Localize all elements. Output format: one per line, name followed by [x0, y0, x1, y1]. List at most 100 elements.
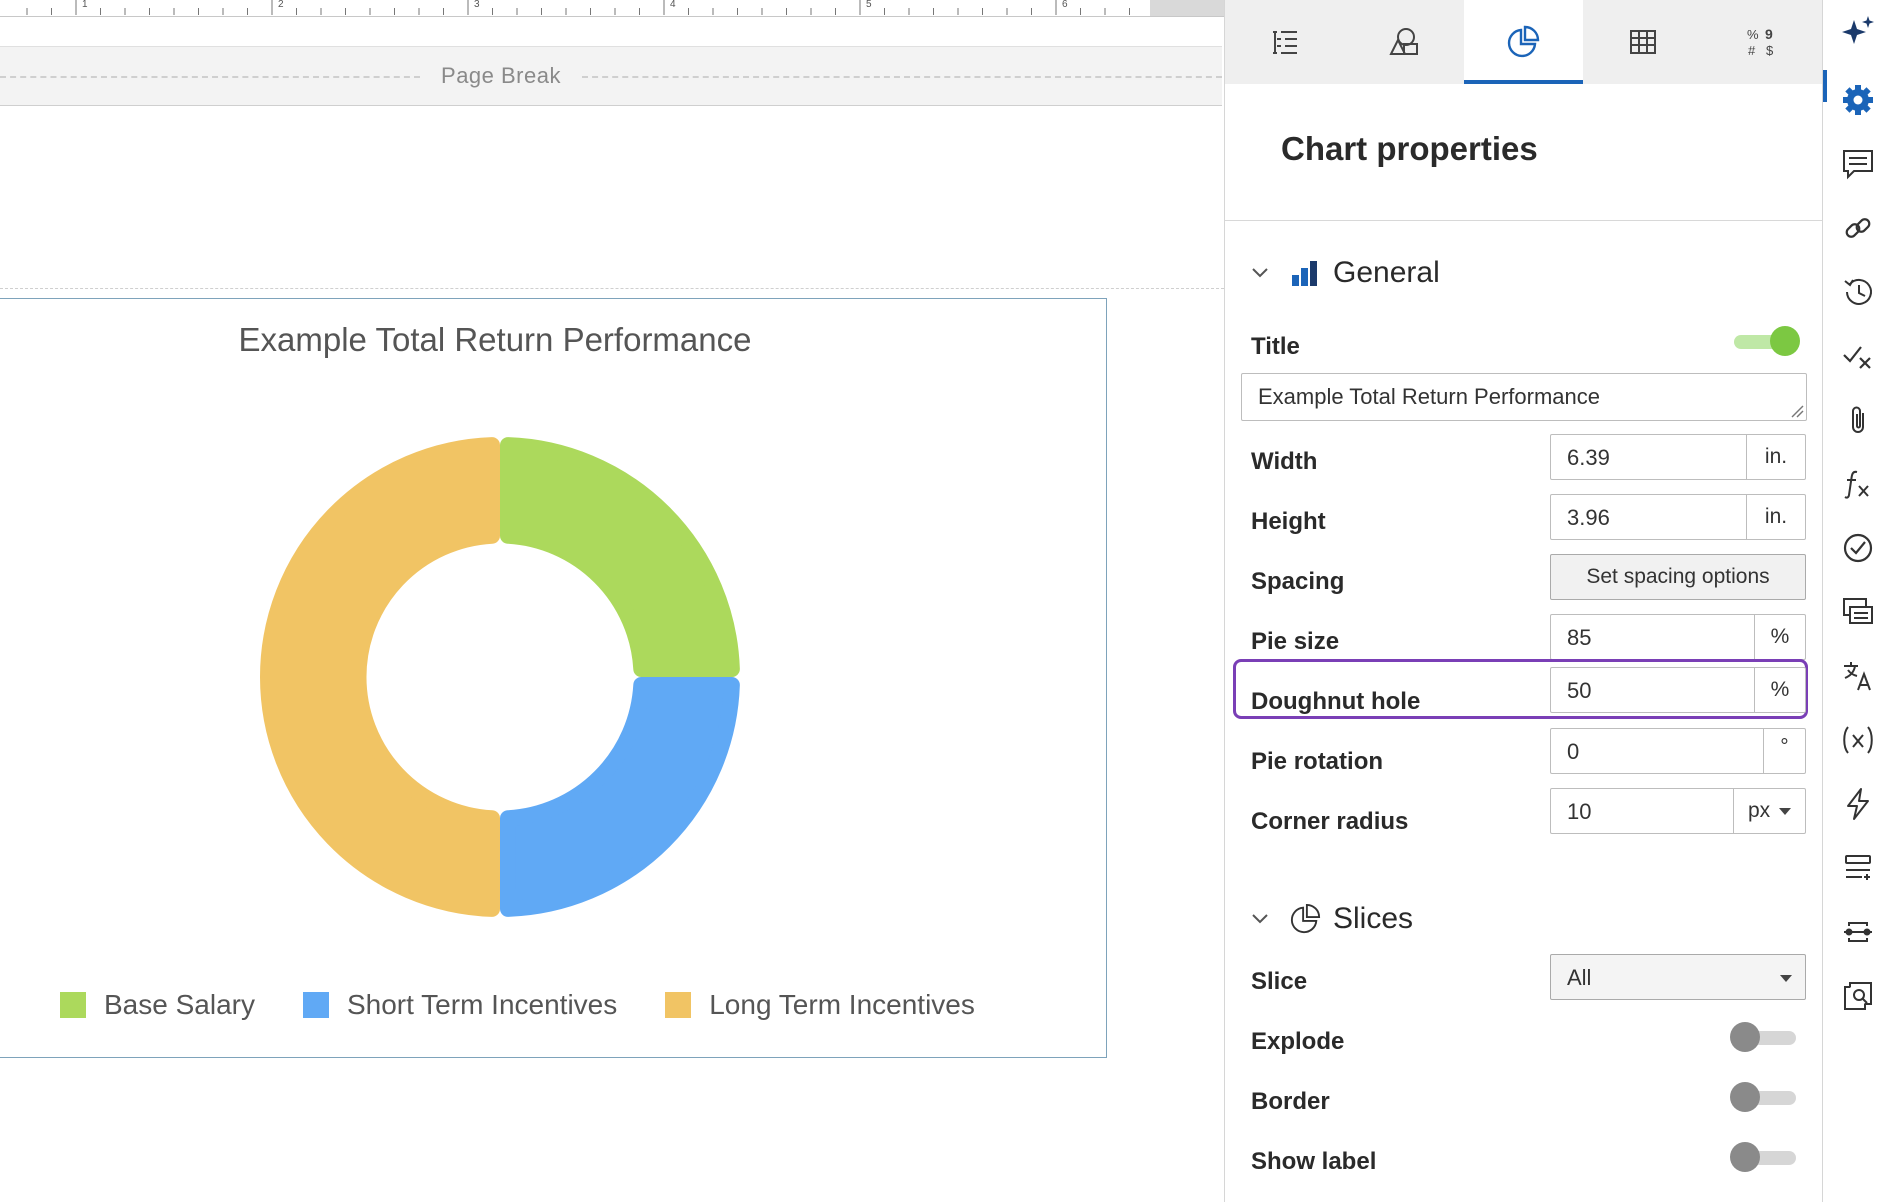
corner-radius-unit-dropdown[interactable]: px — [1733, 789, 1805, 833]
merge-icon — [1844, 922, 1872, 942]
section-slices-header[interactable]: Slices — [1247, 902, 1413, 936]
width-unit: in. — [1746, 435, 1805, 479]
pie-rotation-input[interactable]: 0 ° — [1550, 728, 1806, 774]
comment-button[interactable] — [1840, 146, 1876, 182]
legend-label: Long Term Incentives — [709, 989, 975, 1020]
section-general-header[interactable]: General — [1247, 256, 1440, 290]
legend-swatch — [665, 992, 692, 1018]
search-document-button[interactable] — [1840, 978, 1876, 1014]
ruler-number: 1 — [82, 0, 88, 10]
corner-radius-unit: px — [1748, 799, 1771, 822]
slice-select[interactable]: All — [1550, 954, 1806, 1000]
title-label: Title — [1251, 333, 1300, 360]
doughnut-slice-base-salary[interactable] — [499, 437, 740, 678]
right-icon-rail — [1823, 0, 1894, 1202]
border-label: Border — [1251, 1088, 1330, 1115]
height-label: Height — [1251, 508, 1326, 535]
chart-legend: Base Salary Short Term Incentives Long T… — [60, 987, 1023, 1023]
svg-text:%: % — [1747, 27, 1759, 42]
history-button[interactable] — [1840, 274, 1876, 310]
doughnut-slice-long-term-incentives[interactable] — [260, 437, 501, 917]
ruler-number: 3 — [474, 0, 480, 10]
corner-radius-label: Corner radius — [1251, 808, 1409, 835]
set-spacing-options-button[interactable]: Set spacing options — [1550, 554, 1806, 600]
slice-select-value: All — [1567, 965, 1592, 990]
height-input[interactable]: 3.96 in. — [1550, 494, 1806, 540]
page-break-line-right — [582, 76, 1222, 78]
link-icon — [1845, 218, 1871, 238]
translate-icon — [1844, 662, 1871, 691]
horizontal-ruler[interactable]: 1 2 3 4 5 6 — [0, 0, 1224, 17]
doughnut-chart[interactable]: Example Total Return Performance Base Sa… — [0, 298, 1107, 1058]
pie-chart-icon — [1290, 903, 1321, 934]
list-layout-icon — [1845, 855, 1871, 880]
pie-size-input[interactable]: 85 % — [1550, 614, 1806, 660]
pie-size-unit: % — [1754, 615, 1805, 659]
ai-assist-button[interactable] — [1840, 14, 1876, 50]
section-general-label: General — [1333, 256, 1440, 289]
attachment-button[interactable] — [1840, 402, 1876, 438]
panel-tab-bar: % 9 # $ — [1225, 0, 1822, 84]
rail-active-indicator — [1823, 70, 1827, 102]
comments-list-button[interactable] — [1840, 594, 1876, 630]
show-label-label: Show label — [1251, 1148, 1377, 1175]
height-unit: in. — [1746, 495, 1805, 539]
doughnut-hole-unit: % — [1754, 668, 1805, 712]
page-break-line-left — [0, 76, 420, 78]
legend-swatch — [60, 992, 86, 1018]
settings-button[interactable] — [1840, 82, 1876, 118]
show-label-toggle[interactable] — [1730, 1142, 1800, 1172]
ruler-margin-region — [1150, 0, 1224, 16]
corner-radius-value: 10 — [1567, 799, 1592, 824]
tab-outline[interactable] — [1225, 0, 1344, 84]
svg-text:$: $ — [1766, 43, 1774, 58]
tab-table[interactable] — [1583, 0, 1702, 84]
doughnut-hole-input[interactable]: 50 % — [1550, 667, 1806, 713]
tab-number-format[interactable]: % 9 # $ — [1703, 0, 1822, 84]
width-input[interactable]: 6.39 in. — [1550, 434, 1806, 480]
check-circle-icon — [1843, 533, 1873, 563]
explode-toggle[interactable] — [1730, 1022, 1800, 1052]
lightning-icon — [1847, 788, 1869, 820]
doughnut-slice-short-term-incentives[interactable] — [499, 676, 740, 917]
layout-button[interactable] — [1840, 850, 1876, 886]
translate-button[interactable] — [1840, 658, 1876, 694]
chart-plot-area[interactable] — [0, 299, 1106, 1057]
tab-chart[interactable] — [1463, 0, 1584, 84]
history-icon — [1844, 278, 1872, 305]
legend-label: Base Salary — [104, 989, 255, 1020]
title-input[interactable]: Example Total Return Performance — [1241, 373, 1807, 421]
resize-handle-icon[interactable] — [1790, 404, 1804, 418]
number-format-icon: % 9 # $ — [1747, 26, 1774, 58]
document-canvas[interactable]: 1 2 3 4 5 6 Page Break Example Total Return P… — [0, 0, 1224, 1202]
title-toggle[interactable] — [1730, 326, 1800, 356]
tab-shapes[interactable] — [1344, 0, 1463, 84]
svg-text:#: # — [1748, 43, 1756, 58]
spellcheck-button[interactable] — [1840, 338, 1876, 374]
pie-rotation-value: 0 — [1567, 739, 1580, 764]
doughnut-hole-value: 50 — [1567, 678, 1592, 703]
slice-label: Slice — [1251, 968, 1308, 995]
gear-settings-icon — [1843, 85, 1873, 115]
svg-text:9: 9 — [1765, 26, 1773, 42]
merge-button[interactable] — [1840, 914, 1876, 950]
review-button[interactable] — [1840, 530, 1876, 566]
bar-chart-icon — [1292, 261, 1317, 286]
legend-item-short-term-incentives: Short Term Incentives — [302, 989, 617, 1021]
link-button[interactable] — [1840, 210, 1876, 246]
pie-size-value: 85 — [1567, 625, 1592, 650]
page-margin-guide — [0, 288, 1224, 289]
border-toggle[interactable] — [1730, 1082, 1800, 1112]
divider — [1225, 220, 1822, 221]
corner-radius-input[interactable]: 10 px — [1550, 788, 1806, 834]
properties-panel: % 9 # $ Chart properties General Title E… — [1224, 0, 1823, 1202]
caret-down-icon — [1779, 808, 1792, 815]
formula-button[interactable] — [1840, 466, 1876, 502]
search-doc-icon — [1844, 982, 1872, 1010]
pie-rotation-label: Pie rotation — [1251, 748, 1384, 775]
variables-button[interactable] — [1840, 722, 1876, 758]
automation-button[interactable] — [1840, 786, 1876, 822]
chevron-down-icon — [1252, 914, 1268, 924]
comment-icon — [1843, 150, 1873, 180]
spellcheck-icon — [1843, 346, 1871, 369]
